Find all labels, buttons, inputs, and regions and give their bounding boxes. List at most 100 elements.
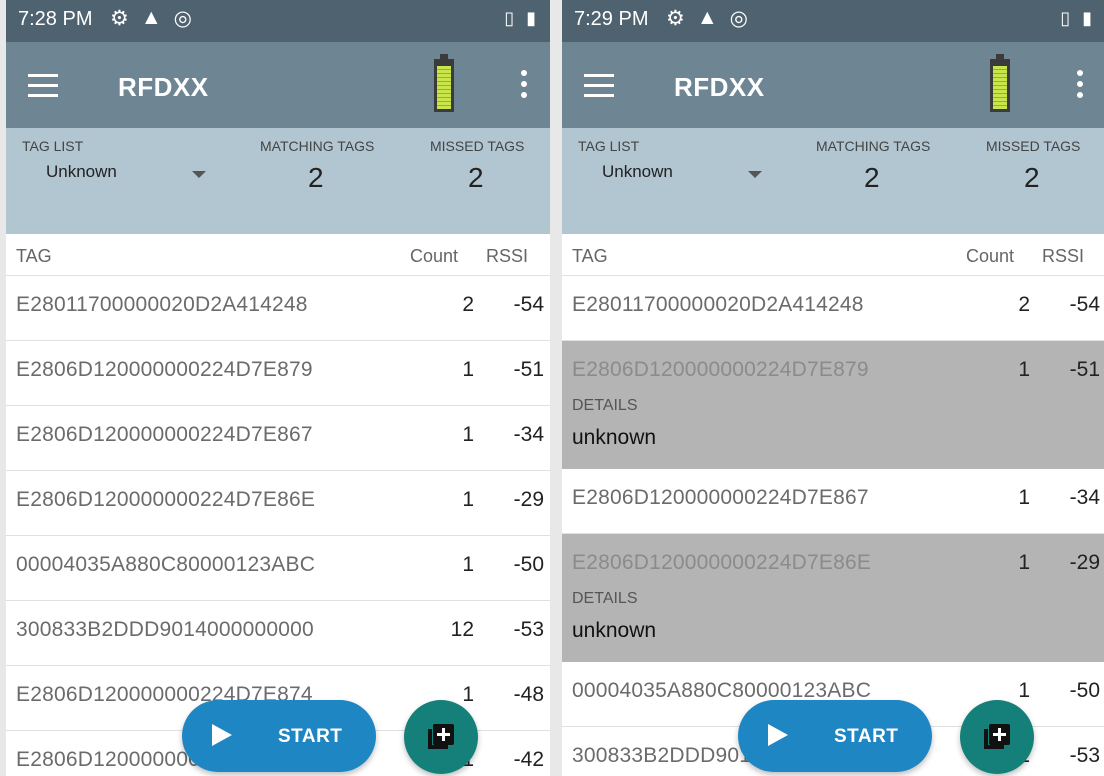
play-icon: [212, 724, 232, 746]
status-icons-left: ⚙ ▲ ◎: [110, 6, 192, 31]
start-button-label: START: [278, 726, 343, 747]
row-tag-id: E2806D120000000224D7E86E: [572, 551, 872, 574]
column-header-count: Count: [410, 246, 459, 266]
row-details-label: DETAILS: [572, 397, 638, 414]
app-bar: RFDXX: [562, 42, 1104, 128]
table-row[interactable]: 300833B2DDD9014000000000 12 -53: [6, 601, 550, 666]
row-rssi: -53: [513, 618, 544, 641]
row-count: 2: [1018, 293, 1030, 316]
overflow-menu-icon[interactable]: [520, 70, 528, 100]
start-button[interactable]: START: [738, 700, 932, 772]
missed-tags-value: 2: [1024, 162, 1040, 193]
add-button[interactable]: [960, 700, 1034, 774]
row-rssi: -50: [1069, 679, 1100, 702]
phone-screen-1: 7:28 PM ⚙ ▲ ◎ ▯ ▮ RFDXX TAG LIST Unknown: [6, 0, 550, 776]
play-icon: [768, 724, 788, 746]
row-rssi: -29: [513, 488, 544, 511]
warning-icon: ▲: [140, 6, 162, 29]
row-count: 1: [462, 423, 474, 446]
reader-battery-icon[interactable]: [990, 54, 1010, 112]
tag-list-dropdown[interactable]: Unknown: [46, 162, 117, 182]
table-header: TAG Count RSSI: [6, 234, 550, 276]
chevron-down-icon[interactable]: [748, 171, 762, 178]
overflow-menu-icon[interactable]: [1076, 70, 1084, 100]
hotspot-icon: ◎: [729, 7, 748, 30]
table-row[interactable]: E28011700000020D2A414248 2 -54: [562, 276, 1104, 341]
missed-tags-label: MISSED TAGS: [430, 138, 525, 154]
row-rssi: -50: [513, 553, 544, 576]
column-header-count: Count: [966, 246, 1015, 266]
row-count: 1: [1018, 486, 1030, 509]
row-rssi: -42: [513, 748, 544, 771]
library-add-icon: [984, 724, 1010, 750]
menu-icon[interactable]: [584, 74, 616, 98]
start-button-label: START: [834, 726, 899, 747]
row-count: 1: [462, 683, 474, 706]
row-tag-id: E28011700000020D2A414248: [572, 293, 864, 316]
gear-icon: ⚙: [110, 7, 129, 30]
screenshot-pair: 7:28 PM ⚙ ▲ ◎ ▯ ▮ RFDXX TAG LIST Unknown: [0, 0, 1104, 776]
battery-charging-icon: ▮: [1082, 8, 1092, 28]
hotspot-icon: ◎: [173, 7, 192, 30]
matching-tags-value: 2: [308, 162, 324, 193]
tag-list-label: TAG LIST: [22, 138, 84, 154]
start-button[interactable]: START: [182, 700, 376, 772]
row-rssi: -54: [513, 293, 544, 316]
row-count: 1: [462, 358, 474, 381]
row-count: 1: [462, 488, 474, 511]
table-row-expanded[interactable]: E2806D120000000224D7E879 1 -51 DETAILS u…: [562, 341, 1104, 469]
column-header-tag: TAG: [572, 246, 608, 266]
row-details-label: DETAILS: [572, 590, 638, 607]
row-count: 1: [1018, 679, 1030, 702]
row-rssi: -34: [1069, 486, 1100, 509]
status-icons-right: ▯ ▮: [1060, 8, 1092, 29]
row-rssi: -54: [1069, 293, 1100, 316]
matching-tags-value: 2: [864, 162, 880, 193]
row-rssi: -51: [1069, 358, 1100, 381]
column-header-rssi: RSSI: [486, 246, 529, 266]
table-row[interactable]: E2806D120000000224D7E86E 1 -29: [6, 471, 550, 536]
battery-charging-icon: ▮: [526, 8, 536, 28]
status-bar: 7:28 PM ⚙ ▲ ◎ ▯ ▮: [6, 0, 550, 42]
status-time: 7:28 PM: [18, 8, 93, 30]
battery-fill: [437, 65, 451, 109]
matching-tags-label: MATCHING TAGS: [260, 138, 375, 154]
phone-screen-2: 7:29 PM ⚙ ▲ ◎ ▯ ▮ RFDXX TAG LIST Unknown: [562, 0, 1104, 776]
row-count: 1: [462, 553, 474, 576]
tag-list-label: TAG LIST: [578, 138, 640, 154]
row-rssi: -53: [1069, 744, 1100, 767]
vibrate-icon: ▯: [504, 8, 515, 28]
row-rssi: -29: [1069, 551, 1100, 574]
app-title: RFDXX: [674, 72, 765, 102]
menu-icon[interactable]: [28, 74, 60, 98]
row-tag-id: E2806D120000000224D7E867: [572, 486, 869, 509]
row-tag-id: 00004035A880C80000123ABC: [16, 553, 316, 576]
missed-tags-value: 2: [468, 162, 484, 193]
row-count: 1: [1018, 358, 1030, 381]
status-bar: 7:29 PM ⚙ ▲ ◎ ▯ ▮: [562, 0, 1104, 42]
row-tag-id: E2806D120000000224D7E867: [16, 423, 313, 446]
app-title: RFDXX: [118, 72, 209, 102]
table-row[interactable]: E2806D120000000224D7E867 1 -34: [562, 469, 1104, 534]
table-row[interactable]: 00004035A880C80000123ABC 1 -50: [6, 536, 550, 601]
row-tag-id: E28011700000020D2A414248: [16, 293, 308, 316]
row-rssi: -34: [513, 423, 544, 446]
reader-battery-icon[interactable]: [434, 54, 454, 112]
tag-list-dropdown[interactable]: Unknown: [602, 162, 673, 182]
table-row-expanded[interactable]: E2806D120000000224D7E86E 1 -29 DETAILS u…: [562, 534, 1104, 662]
table-row[interactable]: E2806D120000000224D7E867 1 -34: [6, 406, 550, 471]
status-icons-left: ⚙ ▲ ◎: [666, 6, 748, 31]
row-count: 1: [1018, 551, 1030, 574]
chevron-down-icon[interactable]: [192, 171, 206, 178]
battery-fill: [993, 65, 1007, 109]
gear-icon: ⚙: [666, 7, 685, 30]
app-bar: RFDXX: [6, 42, 550, 128]
row-rssi: -48: [513, 683, 544, 706]
row-tag-id: E2806D120000000224D7E879: [572, 358, 869, 381]
row-tag-id: E2806D120000000224D7E879: [16, 358, 313, 381]
row-count: 12: [450, 618, 474, 641]
table-row[interactable]: E2806D120000000224D7E879 1 -51: [6, 341, 550, 406]
add-button[interactable]: [404, 700, 478, 774]
table-row[interactable]: E28011700000020D2A414248 2 -54: [6, 276, 550, 341]
row-tag-id: E2806D120000000224D7E86E: [16, 488, 316, 511]
